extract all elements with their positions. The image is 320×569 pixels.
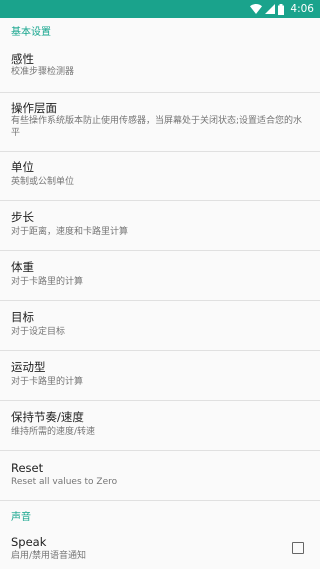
category-basic-settings: 基本设置 [11, 27, 51, 38]
pref-title: 目标 [11, 310, 34, 324]
pref-summary: 启用/禁用语音通知 [11, 551, 87, 561]
status-bar: 4:06 [0, 0, 320, 18]
pref-summary: 维持所需的速度/转速 [11, 427, 96, 437]
pref-operation-level[interactable]: 操作层面 有些操作系统版本防止使用传感器，当屏幕处于关闭状态;设置适合您的水平 [0, 93, 320, 151]
status-time: 4:06 [290, 3, 314, 15]
pref-summary: 对于距离，速度和卡路里计算 [11, 227, 129, 237]
pref-step-length[interactable]: 步长 对于距离，速度和卡路里计算 [0, 201, 320, 250]
pref-title: 保持节奏/速度 [11, 410, 84, 424]
pref-title: Reset [11, 461, 44, 475]
wifi-icon [250, 4, 263, 14]
pref-title: 单位 [11, 160, 34, 174]
speak-checkbox[interactable] [292, 542, 304, 554]
pref-title: 感性 [11, 52, 34, 66]
pref-goal[interactable]: 目标 对于设定目标 [0, 301, 320, 350]
pref-exercise-type[interactable]: 运动型 对于卡路里的计算 [0, 351, 320, 400]
pref-speak[interactable]: Speak 启用/禁用语音通知 [0, 530, 320, 569]
pref-units[interactable]: 单位 英制或公制单位 [0, 152, 320, 200]
pref-summary: 校准步骤检测器 [11, 67, 75, 77]
pref-title: 运动型 [11, 360, 46, 374]
pref-summary: 有些操作系统版本防止使用传感器，当屏幕处于关闭状态;设置适合您的水平 [11, 116, 303, 138]
pref-summary: 对于设定目标 [11, 327, 66, 337]
pref-summary: 英制或公制单位 [11, 177, 75, 187]
pref-reset[interactable]: Reset Reset all values to Zero [0, 451, 320, 500]
pref-title: 步长 [11, 210, 34, 224]
pref-summary: Reset all values to Zero [11, 477, 118, 487]
pref-summary: 对于卡路里的计算 [11, 277, 84, 287]
status-icons: 4:06 [250, 0, 314, 18]
signal-icon [265, 4, 276, 14]
pref-weight[interactable]: 体重 对于卡路里的计算 [0, 251, 320, 300]
battery-icon [278, 3, 285, 15]
pref-title: 操作层面 [11, 101, 57, 115]
pref-title: Speak [11, 535, 47, 549]
category-sound: 声音 [11, 512, 31, 523]
pref-title: 体重 [11, 260, 34, 274]
pref-summary: 对于卡路里的计算 [11, 377, 84, 387]
pref-keep-pace[interactable]: 保持节奏/速度 维持所需的速度/转速 [0, 401, 320, 450]
divider [0, 500, 320, 501]
